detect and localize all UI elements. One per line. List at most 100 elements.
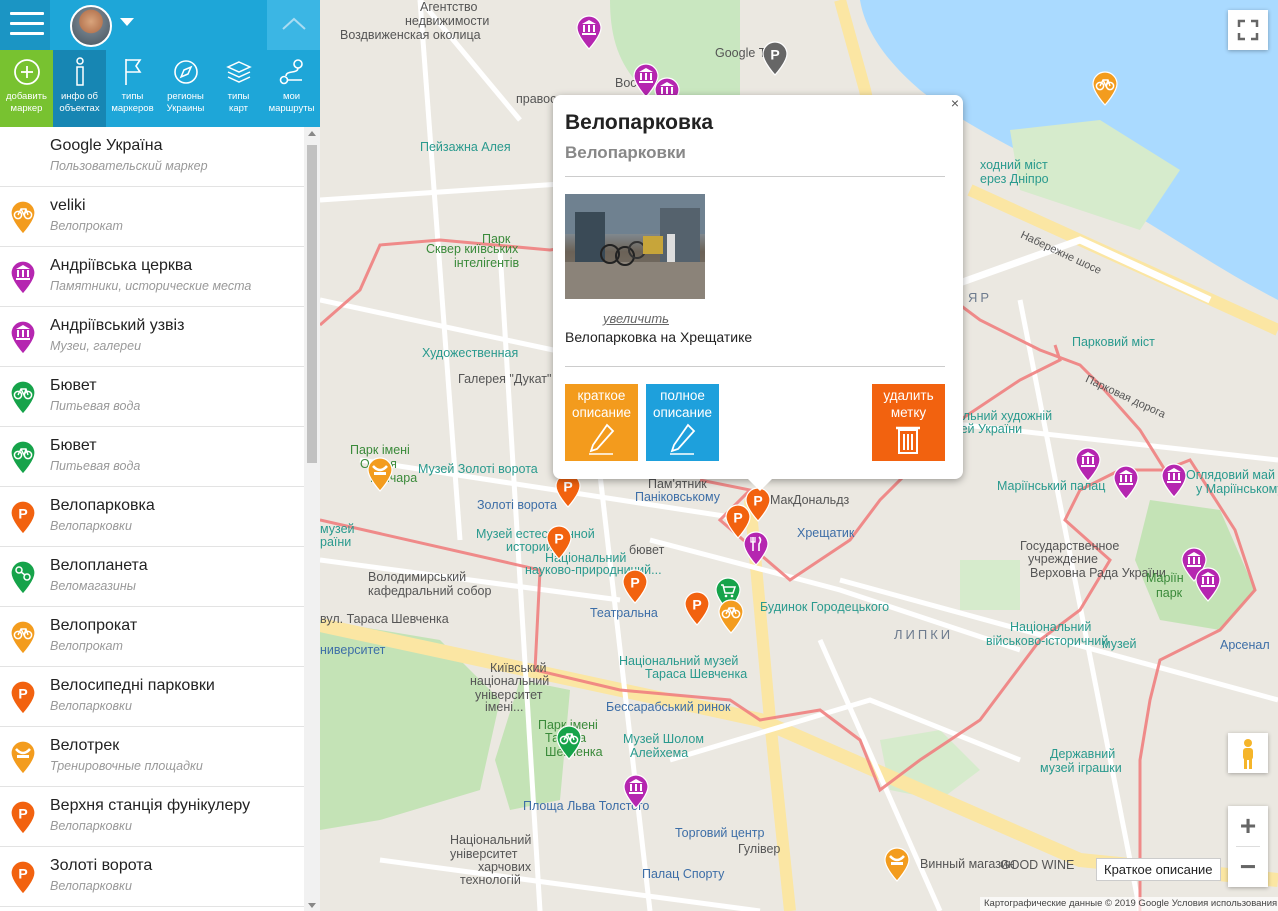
list-item[interactable]: P Велосипедні парковки Велопарковки: [0, 667, 304, 727]
list-item[interactable]: P Золоті ворота Велопарковки: [0, 847, 304, 907]
button-label: краткое описание: [571, 388, 632, 420]
svg-text:P: P: [563, 479, 572, 495]
info-popup: × Велопарковка Велопарковки увеличить Ве…: [553, 95, 963, 491]
map-label: музей іграшки: [1040, 761, 1122, 775]
parking-marker[interactable]: P: [545, 524, 573, 560]
object-info-button[interactable]: инфо об объектах: [53, 50, 106, 127]
map[interactable]: Агентство недвижимости Воздвиженская околи…: [320, 0, 1278, 911]
museum-marker[interactable]: [622, 773, 650, 809]
map-label: кафедральний собор: [368, 584, 492, 598]
bicycle-marker[interactable]: [1091, 70, 1119, 106]
info-icon: [75, 57, 84, 86]
delete-marker-button[interactable]: удалить метку: [872, 384, 945, 461]
map-label: Маріїн: [1146, 571, 1184, 585]
list-item-subtitle: Питьевая вода: [50, 459, 141, 473]
collapse-button[interactable]: [267, 0, 320, 50]
list-item-title: Велопрокат: [50, 617, 138, 634]
zoom-in-button[interactable]: +: [1228, 806, 1268, 846]
regions-button[interactable]: регионы Украины: [159, 50, 212, 127]
map-label: Пам'ятник: [648, 477, 707, 491]
menu-icon[interactable]: [0, 0, 50, 50]
list-item[interactable]: P Верхня станція фунікулеру Велопарковки: [0, 787, 304, 847]
full-description-button[interactable]: полное описание: [646, 384, 719, 461]
list-item-subtitle: Велопарковки: [50, 519, 132, 533]
museum-marker[interactable]: [1194, 566, 1222, 602]
tools-icon: [9, 559, 37, 595]
scroll-up-icon[interactable]: [308, 131, 316, 136]
list-item[interactable]: Велопланета Веломагазины: [0, 547, 304, 607]
svg-text:P: P: [753, 493, 762, 509]
list-item-subtitle: Пользовательский маркер: [50, 159, 208, 173]
map-label: Пейзажна Алея: [420, 140, 511, 154]
track-marker[interactable]: [883, 846, 911, 882]
map-label: Алейхема: [630, 746, 689, 760]
parking-marker[interactable]: P: [621, 568, 649, 604]
fullscreen-button[interactable]: [1228, 10, 1268, 50]
list-item-title: Google Україна: [50, 137, 163, 154]
list-item[interactable]: P Велопарковка Велопарковки: [0, 487, 304, 547]
parking-marker[interactable]: P: [683, 590, 711, 626]
bicycle-icon: [9, 199, 37, 235]
street-view-button[interactable]: [1228, 733, 1268, 773]
marker-types-button[interactable]: типы маркеров: [106, 50, 159, 127]
map-label: учреждение: [1028, 552, 1098, 566]
museum-marker[interactable]: [575, 14, 603, 50]
map-label: Тараса Шевченка: [645, 667, 748, 681]
zoom-photo-link[interactable]: увеличить: [603, 311, 669, 326]
list-item-subtitle: Музеи, галереи: [50, 339, 142, 353]
scrollbar-thumb[interactable]: [307, 145, 317, 463]
add-marker-button[interactable]: добавить маркер: [0, 50, 53, 127]
map-label: Музей естественной: [476, 527, 595, 541]
list-item[interactable]: Велотрек Тренировочные площадки: [0, 727, 304, 787]
list-item-title: Верхня станція фунікулеру: [50, 797, 251, 814]
museum-marker[interactable]: [1074, 446, 1102, 482]
museum-icon: [9, 319, 37, 355]
list-item[interactable]: Велопрокат Велопрокат: [0, 607, 304, 667]
parking-gray-marker[interactable]: P: [761, 40, 789, 76]
track-marker[interactable]: [366, 456, 394, 492]
list-item[interactable]: veliki Велопрокат: [0, 187, 304, 247]
list-item-subtitle: Веломагазины: [50, 579, 136, 593]
popup-photo[interactable]: [565, 194, 705, 299]
list-item-subtitle: Велопрокат: [50, 219, 123, 233]
my-routes-button[interactable]: мои маршруты: [265, 50, 318, 127]
list-item-title: Велопарковка: [50, 497, 155, 514]
list-item[interactable]: Бювет Питьевая вода: [0, 427, 304, 487]
museum-marker[interactable]: [1160, 462, 1188, 498]
list-item-title: Велопланета: [50, 557, 148, 574]
zoom-out-button[interactable]: −: [1228, 847, 1268, 887]
list-item[interactable]: Google Україна Пользовательский маркер: [0, 127, 304, 187]
map-label: Воздвиженская околица: [340, 28, 481, 42]
list-item[interactable]: Бювет Питьевая вода: [0, 367, 304, 427]
map-label: Національний музей: [619, 654, 739, 668]
toolbar-label: добавить маркер: [6, 91, 47, 114]
popup-description: Велопарковка на Хрещатике: [565, 329, 753, 345]
map-label: музей: [1102, 637, 1137, 651]
map-label: Палац Спорту: [642, 867, 725, 881]
layers-icon: [225, 61, 252, 83]
scrollbar[interactable]: [304, 127, 320, 911]
pegman-icon: [1243, 739, 1253, 769]
close-icon[interactable]: ×: [951, 95, 959, 111]
bicycle-marker[interactable]: [717, 598, 745, 634]
bicycle-marker[interactable]: [555, 724, 583, 760]
restaurant-marker[interactable]: [742, 530, 770, 566]
map-attribution[interactable]: Картографические данные © 2019 Google Ус…: [980, 897, 1278, 911]
sidebar: добавить маркер инфо об объектах типы ма…: [0, 0, 320, 911]
bicycle-icon: [9, 439, 37, 475]
map-label: ЯР: [968, 290, 993, 305]
chevron-down-icon[interactable]: [120, 18, 134, 26]
svg-text:P: P: [18, 866, 27, 882]
list-item-subtitle: Памятники, исторические места: [50, 279, 252, 293]
route-icon: [279, 59, 303, 85]
map-types-button[interactable]: типы карт: [212, 50, 265, 127]
map-label: Київський: [490, 661, 547, 675]
map-label: недвижимости: [405, 14, 490, 28]
list-item[interactable]: Андріївський узвіз Музеи, галереи: [0, 307, 304, 367]
avatar[interactable]: [70, 5, 112, 47]
museum-marker[interactable]: [1112, 464, 1140, 500]
scroll-down-icon[interactable]: [308, 903, 316, 908]
short-description-button[interactable]: краткое описание: [565, 384, 638, 461]
toolbar-label: типы маркеров: [111, 91, 154, 114]
list-item[interactable]: Андріївська церква Памятники, исторически…: [0, 247, 304, 307]
